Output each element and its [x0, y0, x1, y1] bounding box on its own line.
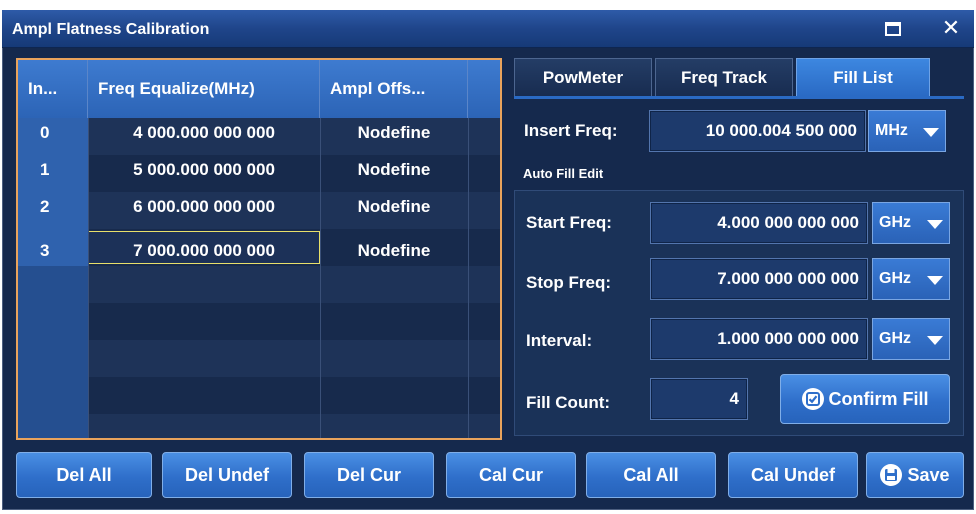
insert-freq-label: Insert Freq: [524, 121, 618, 140]
save-button[interactable]: Save [866, 452, 964, 498]
chevron-down-icon [927, 336, 943, 345]
start-freq-unit-select[interactable]: GHz [872, 202, 950, 244]
row-offset[interactable]: Nodefine [320, 192, 468, 229]
start-freq-label: Start Freq: [526, 213, 612, 232]
fill-count-label: Fill Count: [526, 393, 611, 412]
maximize-button[interactable] [880, 16, 906, 42]
table-row-empty[interactable] [18, 266, 500, 303]
confirm-fill-button[interactable]: Confirm Fill [780, 374, 950, 424]
save-icon [880, 464, 903, 486]
check-icon [801, 388, 824, 410]
table-header: In... Freq Equalize(MHz) Ampl Offs... [18, 60, 500, 118]
maximize-icon [885, 22, 901, 36]
close-icon: ✕ [941, 16, 961, 41]
row-index: 1 [18, 155, 88, 192]
row-index: 3 [18, 229, 88, 266]
stop-freq-label: Stop Freq: [526, 273, 611, 292]
insert-freq-unit-value: MHz [875, 122, 908, 139]
row-index: 2 [18, 192, 88, 229]
cal-all-button[interactable]: Cal All [586, 452, 716, 498]
del-undef-button[interactable]: Del Undef [162, 452, 292, 498]
interval-field[interactable]: 1.000 000 000 000 [650, 318, 868, 360]
stop-freq-unit-value: GHz [879, 270, 911, 287]
interval-unit-value: GHz [879, 330, 911, 347]
tab-freq-track[interactable]: Freq Track [655, 58, 793, 96]
column-divider [320, 118, 321, 438]
stop-freq-field[interactable]: 7.000 000 000 000 [650, 258, 868, 300]
col-header-offset[interactable]: Ampl Offs... [320, 60, 468, 118]
chevron-down-icon [927, 276, 943, 285]
row-offset[interactable]: Nodefine [320, 155, 468, 192]
start-freq-unit-value: GHz [879, 214, 911, 231]
confirm-fill-label: Confirm Fill [828, 388, 929, 409]
tab-fill-list[interactable]: Fill List [796, 58, 930, 96]
col-header-index[interactable]: In... [18, 60, 88, 118]
row-index-empty [18, 303, 88, 340]
row-index: 0 [18, 118, 88, 155]
tab-powmeter[interactable]: PowMeter [514, 58, 652, 96]
start-freq-field[interactable]: 4.000 000 000 000 [650, 202, 868, 244]
row-index-empty [18, 377, 88, 414]
table-row[interactable]: 3 7 000.000 000 000 Nodefine [18, 229, 500, 266]
title-bar: Ampl Flatness Calibration ✕ [2, 10, 974, 48]
row-index-empty [18, 414, 88, 438]
row-freq[interactable]: 5 000.000 000 000 [88, 155, 320, 192]
column-divider [88, 118, 89, 438]
del-cur-button[interactable]: Del Cur [304, 452, 434, 498]
fill-count-field[interactable]: 4 [650, 378, 748, 420]
table-row-empty[interactable] [18, 377, 500, 414]
row-offset[interactable]: Nodefine [320, 118, 468, 155]
interval-label: Interval: [526, 331, 593, 350]
row-freq[interactable]: 6 000.000 000 000 [88, 192, 320, 229]
col-header-spare [468, 60, 500, 118]
row-offset[interactable]: Nodefine [320, 229, 468, 266]
table-row-empty[interactable] [18, 340, 500, 377]
del-all-button[interactable]: Del All [16, 452, 152, 498]
table-row-empty[interactable] [18, 303, 500, 340]
row-index-empty [18, 340, 88, 377]
stop-freq-unit-select[interactable]: GHz [872, 258, 950, 300]
table-row-empty[interactable] [18, 414, 500, 438]
row-index-empty [18, 266, 88, 303]
column-divider [468, 118, 469, 438]
row-freq[interactable]: 7 000.000 000 000 [88, 229, 320, 266]
chevron-down-icon [927, 220, 943, 229]
close-button[interactable]: ✕ [938, 16, 964, 42]
row-freq[interactable]: 4 000.000 000 000 [88, 118, 320, 155]
interval-unit-select[interactable]: GHz [872, 318, 950, 360]
insert-freq-field[interactable]: 10 000.004 500 000 [649, 110, 866, 152]
cal-cur-button[interactable]: Cal Cur [446, 452, 576, 498]
calibration-table[interactable]: In... Freq Equalize(MHz) Ampl Offs... 0 … [16, 58, 502, 440]
table-row[interactable]: 1 5 000.000 000 000 Nodefine [18, 155, 500, 192]
save-label: Save [907, 464, 950, 485]
ampl-flatness-dialog: Ampl Flatness Calibration ✕ In... Freq E… [0, 0, 976, 514]
cal-undef-button[interactable]: Cal Undef [728, 452, 858, 498]
table-row[interactable]: 2 6 000.000 000 000 Nodefine [18, 192, 500, 229]
window-title: Ampl Flatness Calibration [12, 21, 210, 38]
insert-freq-unit-select[interactable]: MHz [868, 110, 946, 152]
auto-fill-title: Auto Fill Edit [523, 166, 604, 181]
chevron-down-icon [923, 128, 939, 137]
tab-underline [514, 96, 964, 99]
table-row[interactable]: 0 4 000.000 000 000 Nodefine [18, 118, 500, 155]
col-header-freq[interactable]: Freq Equalize(MHz) [88, 60, 320, 118]
